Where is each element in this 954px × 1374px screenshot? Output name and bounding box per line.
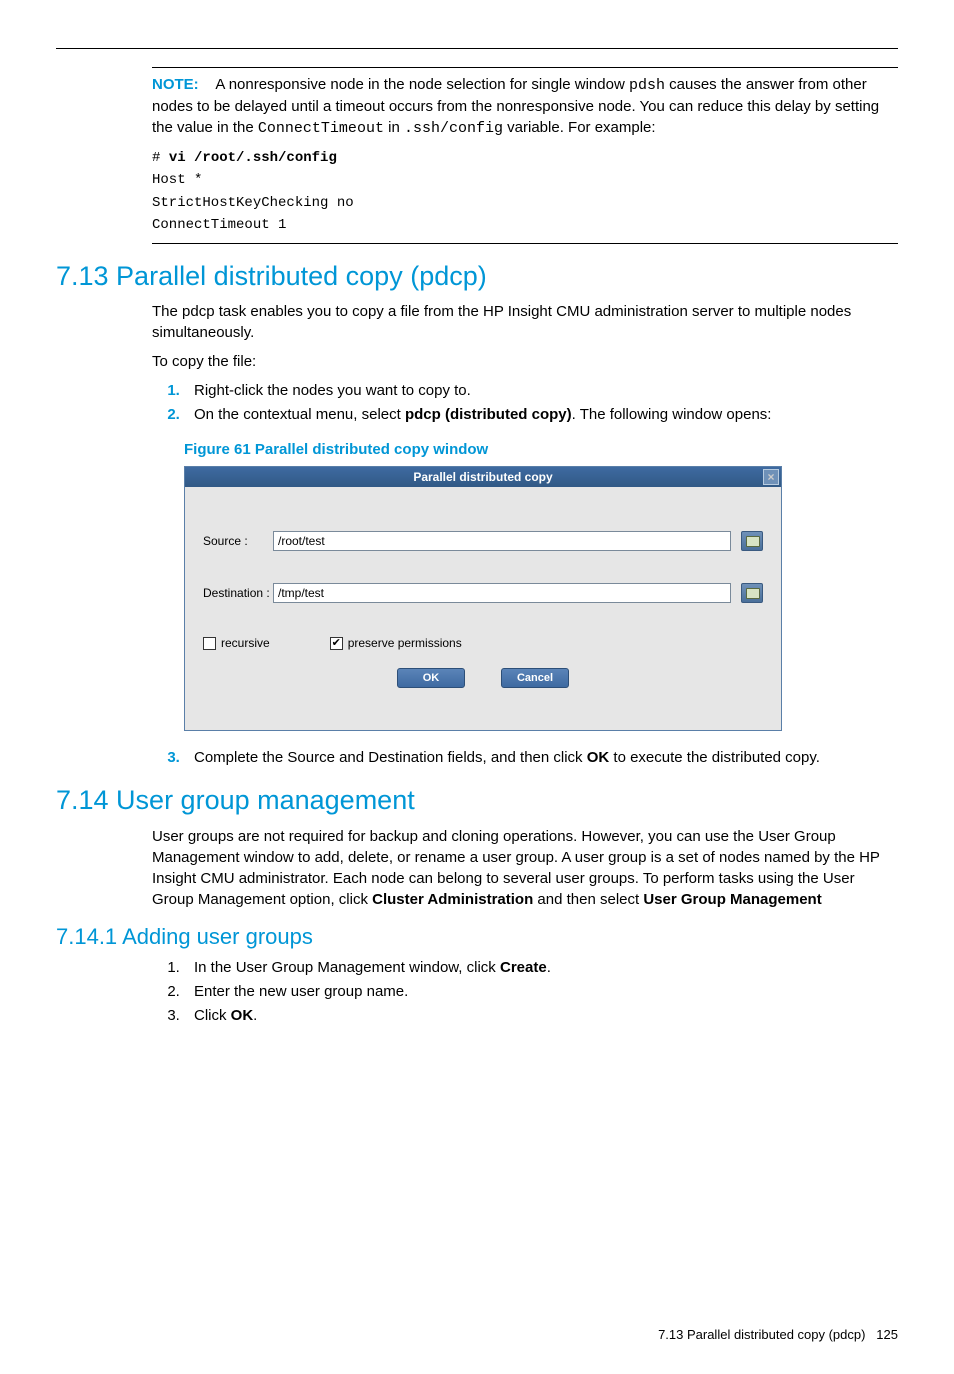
pdcp-dialog: Parallel distributed copy × Source : Des…	[184, 466, 782, 731]
steps-7141: In the User Group Management window, cli…	[56, 957, 898, 1026]
note-top-rule	[152, 67, 898, 68]
para-713-1: The pdcp task enables you to copy a file…	[56, 301, 898, 343]
para-714: User groups are not required for backup …	[56, 826, 898, 910]
ug-step-1: In the User Group Management window, cli…	[184, 957, 898, 978]
step-2: On the contextual menu, select pdcp (dis…	[184, 404, 898, 425]
heading-714: 7.14 User group management	[56, 782, 898, 820]
page-footer: 7.13 Parallel distributed copy (pdcp) 12…	[56, 1326, 898, 1344]
note-run1: A nonresponsive node in the node selecti…	[215, 76, 629, 93]
browse-destination-button[interactable]	[741, 583, 763, 603]
preserve-checkbox[interactable]: ✔ preserve permissions	[330, 635, 462, 652]
ug-step-2: Enter the new user group name.	[184, 981, 898, 1002]
footer-section: 7.13 Parallel distributed copy (pdcp)	[658, 1327, 865, 1342]
note-block: NOTE: A nonresponsive node in the node s…	[56, 67, 898, 139]
step-1: Right-click the nodes you want to copy t…	[184, 380, 898, 401]
recursive-checkbox[interactable]: recursive	[203, 635, 270, 652]
close-icon[interactable]: ×	[763, 469, 779, 485]
step-3: Complete the Source and Destination fiel…	[184, 747, 898, 768]
figure-caption: Figure 61 Parallel distributed copy wind…	[56, 439, 898, 460]
note-text: NOTE: A nonresponsive node in the node s…	[152, 74, 898, 139]
preserve-checkbox-label: preserve permissions	[348, 635, 462, 652]
preserve-checkbox-box[interactable]: ✔	[330, 637, 343, 650]
ug-step-3: Click OK.	[184, 1005, 898, 1026]
ok-button[interactable]: OK	[397, 668, 465, 688]
destination-label: Destination :	[203, 585, 273, 602]
heading-713: 7.13 Parallel distributed copy (pdcp)	[56, 258, 898, 296]
steps-713: Right-click the nodes you want to copy t…	[56, 380, 898, 425]
recursive-checkbox-label: recursive	[221, 635, 270, 652]
note-bottom-rule	[152, 243, 898, 244]
steps-713-cont: Complete the Source and Destination fiel…	[56, 747, 898, 768]
para-713-2: To copy the file:	[56, 351, 898, 372]
recursive-checkbox-box[interactable]	[203, 637, 216, 650]
note-label: NOTE:	[152, 76, 199, 93]
dialog-title-text: Parallel distributed copy	[413, 470, 552, 484]
note-run4: variable. For example:	[503, 119, 656, 136]
footer-page: 125	[876, 1327, 898, 1342]
destination-input[interactable]	[273, 583, 731, 603]
note-code3: .ssh/config	[404, 120, 503, 137]
note-code2: ConnectTimeout	[258, 120, 384, 137]
heading-7141: 7.14.1 Adding user groups	[56, 922, 898, 953]
dialog-titlebar: Parallel distributed copy ×	[185, 467, 781, 487]
cancel-button[interactable]: Cancel	[501, 668, 569, 688]
checkbox-row: recursive ✔ preserve permissions	[203, 635, 763, 652]
code-block: # vi /root/.ssh/config Host * StrictHost…	[56, 147, 898, 237]
top-rule	[56, 48, 898, 49]
source-row: Source :	[203, 531, 763, 551]
browse-source-button[interactable]	[741, 531, 763, 551]
destination-row: Destination :	[203, 583, 763, 603]
source-label: Source :	[203, 533, 273, 550]
note-run3: in	[384, 119, 404, 136]
note-code1: pdsh	[629, 77, 665, 94]
source-input[interactable]	[273, 531, 731, 551]
